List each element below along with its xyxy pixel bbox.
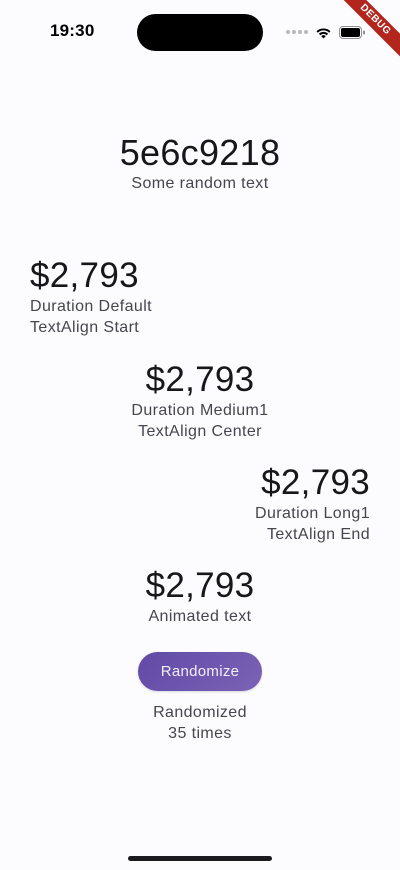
status-time: 19:30 [50, 21, 95, 40]
duration-label: Duration Medium1 [131, 402, 269, 419]
amount-value: $2,793 [261, 463, 370, 502]
amount-value: $2,793 [145, 360, 255, 399]
randomized-count: 35 times [168, 725, 232, 742]
random-text-section: 5e6c9218 Some random text [30, 133, 370, 194]
random-hex-value: 5e6c9218 [119, 132, 281, 173]
randomize-button[interactable]: Randomize [138, 652, 262, 691]
home-indicator[interactable] [128, 856, 272, 861]
animated-amount-value: $2,793 [145, 566, 255, 605]
debug-banner: DEBUG [340, 0, 400, 60]
wifi-icon [316, 27, 331, 38]
duration-label: Duration Long1 [254, 505, 370, 522]
textalign-label: TextAlign End [266, 526, 370, 543]
amount-value: $2,793 [30, 256, 139, 295]
amount-block-center: $2,793 Duration Medium1 TextAlign Center [30, 360, 370, 442]
dynamic-island [137, 14, 263, 51]
animated-text-block: $2,793 Animated text [30, 566, 370, 627]
randomize-button-container: Randomize [138, 652, 262, 691]
textalign-label: TextAlign Start [30, 319, 140, 336]
textalign-label: TextAlign Center [138, 423, 262, 440]
random-text-caption: Some random text [131, 175, 269, 192]
randomize-counter: Randomized 35 times [100, 702, 300, 744]
amount-block-start: $2,793 Duration Default TextAlign Start [30, 256, 370, 338]
randomized-label: Randomized [153, 704, 247, 721]
cellular-signal-icon [286, 30, 308, 34]
status-bar: 19:30 DEBUG [0, 0, 400, 64]
duration-label: Duration Default [30, 298, 153, 315]
debug-label: DEBUG [340, 0, 400, 60]
animated-text-caption: Animated text [148, 608, 252, 625]
amount-block-end: $2,793 Duration Long1 TextAlign End [30, 463, 370, 545]
